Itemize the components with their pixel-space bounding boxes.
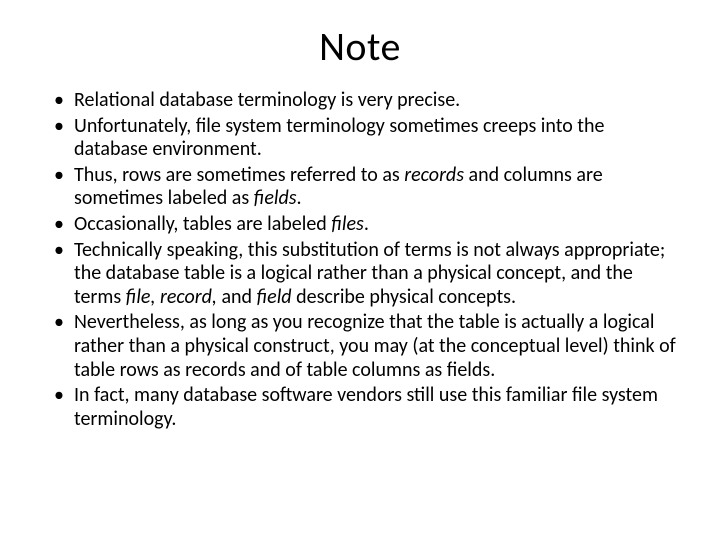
bullet-list: Relational database terminology is very … (36, 89, 684, 431)
bullet-text: In fact, many database software vendors … (74, 383, 658, 431)
list-item: Occasionally, tables are labeled files. (54, 213, 676, 237)
bullet-text: . (364, 212, 369, 236)
slide-title: Note (36, 22, 684, 71)
bullet-text: and (217, 285, 257, 309)
italic-term: file, record, (126, 285, 217, 309)
list-item: Unfortunately, file system terminology s… (54, 115, 676, 162)
list-item: In fact, many database software vendors … (54, 384, 676, 431)
bullet-text: describe physical concepts. (292, 285, 516, 309)
bullet-text: Unfortunately, file system terminology s… (74, 114, 604, 162)
italic-term: files (331, 212, 364, 236)
list-item: Nevertheless, as long as you recognize t… (54, 311, 676, 382)
list-item: Technically speaking, this substitution … (54, 239, 676, 310)
italic-term: fields (254, 186, 297, 210)
bullet-text: Occasionally, tables are labeled (74, 212, 331, 236)
list-item: Thus, rows are sometimes referred to as … (54, 164, 676, 211)
bullet-text: Nevertheless, as long as you recognize t… (74, 310, 676, 381)
bullet-text: . (297, 186, 302, 210)
italic-term: field (257, 285, 292, 309)
italic-term: records (404, 163, 464, 187)
list-item: Relational database terminology is very … (54, 89, 676, 113)
bullet-text: Relational database terminology is very … (74, 88, 460, 112)
bullet-text: Thus, rows are sometimes referred to as (74, 163, 404, 187)
slide: Note Relational database terminology is … (0, 0, 720, 540)
